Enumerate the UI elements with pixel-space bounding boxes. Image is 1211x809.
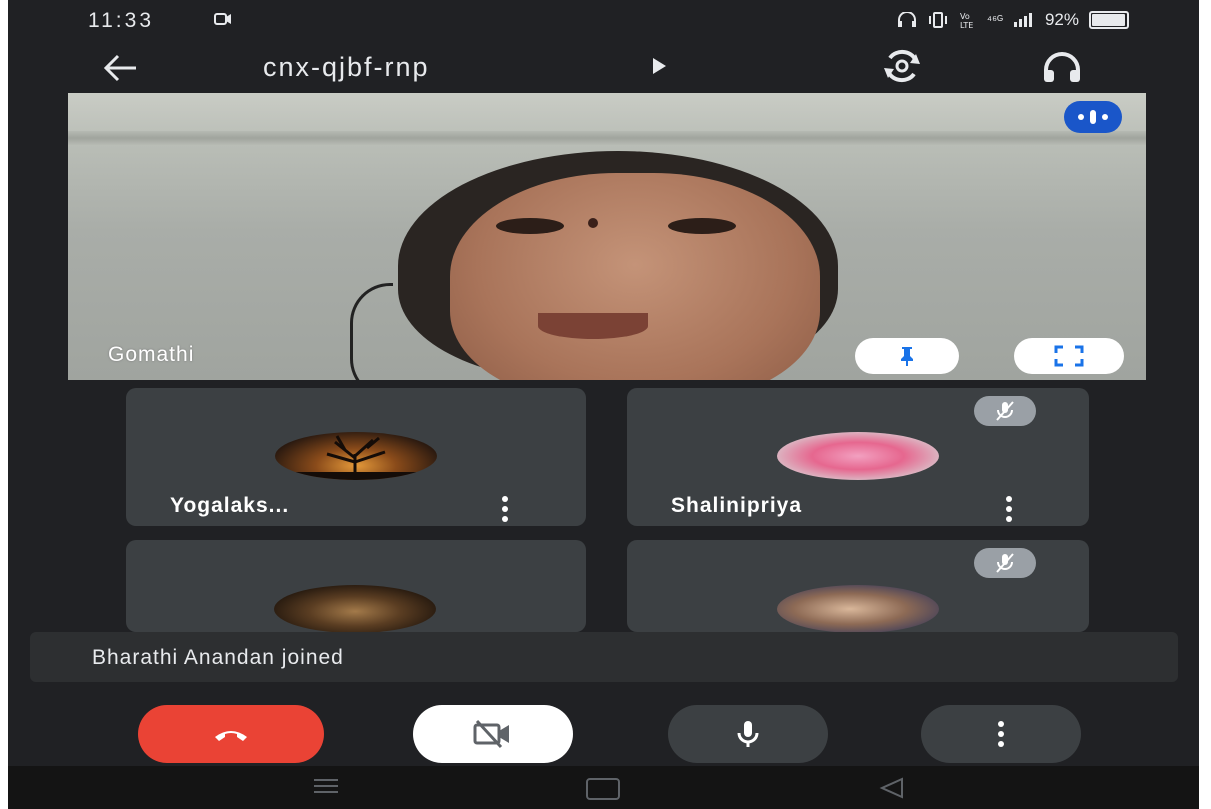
join-notification-text: Bharathi Anandan joined [92, 646, 344, 669]
mic-off-icon [974, 396, 1036, 426]
battery-percent: 92% [1044, 10, 1079, 29]
microphone-icon [737, 721, 759, 747]
camera-off-icon [473, 719, 509, 749]
network-type: ⁴⁶ᴳ [986, 13, 1003, 27]
participant-name: Yogalaks... [170, 494, 290, 517]
speaker-eye-right [668, 218, 736, 234]
end-call-icon [215, 731, 247, 741]
play-icon[interactable] [653, 58, 666, 74]
avatar [777, 432, 939, 480]
volte-icon: VoLTE [960, 12, 973, 29]
participant-tile-4[interactable] [627, 540, 1089, 632]
headphones-icon[interactable] [1040, 50, 1084, 86]
participant-name: Shalinipriya [671, 494, 803, 517]
more-options-button[interactable] [921, 705, 1081, 763]
speaker-name: Gomathi [108, 343, 195, 366]
status-bar: 11:33 Vo LTE ⁴⁶ᴳ 92% [8, 0, 1199, 40]
nav-back-icon[interactable] [878, 776, 906, 800]
main-speaker-video[interactable]: Gomathi [68, 93, 1146, 380]
meeting-code[interactable]: cnx-qjbf-rnp [263, 52, 430, 83]
earphone-wire [350, 283, 393, 380]
battery-icon [1089, 11, 1129, 29]
meet-call-screen: 11:33 Vo LTE ⁴⁶ᴳ 92% cnx-qjbf-rnp Gomathi [8, 0, 1199, 809]
more-vert-icon [998, 721, 1004, 747]
mic-off-icon [974, 548, 1036, 578]
more-vert-icon[interactable] [1004, 496, 1014, 522]
pin-icon [901, 347, 913, 366]
avatar [275, 432, 437, 480]
svg-text:LTE: LTE [960, 21, 973, 29]
speaker-eye-left [496, 218, 564, 234]
participant-tile-3[interactable] [126, 540, 586, 632]
switch-camera-icon[interactable] [880, 48, 924, 84]
pin-button[interactable] [855, 338, 959, 374]
speaker-face [450, 173, 820, 380]
status-time: 11:33 [88, 9, 154, 32]
back-arrow-icon[interactable] [100, 48, 140, 88]
microphone-button[interactable] [668, 705, 828, 763]
call-header: cnx-qjbf-rnp [8, 42, 1199, 92]
tree-silhouette [275, 435, 437, 480]
system-navigation-bar [8, 766, 1199, 809]
wall-background [68, 131, 1146, 145]
join-notification: Bharathi Anandan joined [30, 632, 1178, 682]
fullscreen-button[interactable] [1014, 338, 1124, 374]
more-vert-icon[interactable] [500, 496, 510, 522]
vibrate-icon [928, 12, 947, 28]
avatar [777, 585, 939, 632]
svg-text:Vo: Vo [960, 12, 970, 21]
speaker-bindi [588, 218, 598, 228]
participant-tile-2[interactable]: Shalinipriya [627, 388, 1089, 526]
headphones-icon [897, 12, 916, 27]
end-call-button[interactable] [138, 705, 324, 763]
more-options-pill-icon[interactable] [1064, 101, 1122, 133]
speaker-mouth [538, 313, 648, 339]
signal-icon [1013, 13, 1032, 27]
participant-tile-1[interactable]: Yogalaks... [126, 388, 586, 526]
avatar [274, 585, 436, 632]
fullscreen-icon [1054, 345, 1084, 367]
status-icons: Vo LTE ⁴⁶ᴳ 92% [897, 10, 1129, 30]
video-recording-icon [214, 13, 231, 25]
camera-toggle-button[interactable] [413, 705, 573, 763]
menu-icon[interactable] [312, 778, 340, 794]
home-icon[interactable] [586, 778, 620, 800]
